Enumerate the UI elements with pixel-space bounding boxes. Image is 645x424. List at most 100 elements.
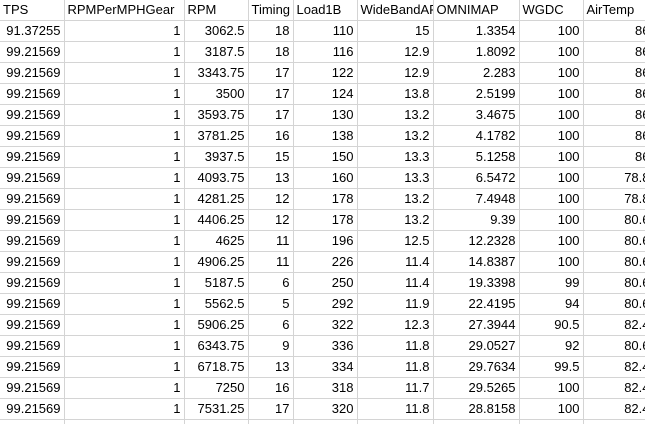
cell-rpm-per-mph-gear[interactable]: 1 [64, 251, 185, 273]
cell-air-temp[interactable]: 82.4 [583, 356, 645, 378]
cell-load1b[interactable]: 320 [293, 398, 358, 420]
cell-rpm[interactable]: 3187.5 [184, 41, 249, 63]
cell-omnimap[interactable]: 28.8158 [433, 398, 520, 420]
cell-rpm[interactable]: 7250 [184, 377, 249, 399]
cell-timing[interactable]: 13 [248, 356, 294, 378]
cell-load1b[interactable]: 226 [293, 251, 358, 273]
cell-load1b[interactable]: 178 [293, 209, 358, 231]
cell-omnimap[interactable]: 3.4675 [433, 104, 520, 126]
cell-timing[interactable]: 6 [248, 272, 294, 294]
cell-wgdc[interactable]: 99.5 [519, 356, 584, 378]
cell-omnimap[interactable]: 9.39 [433, 209, 520, 231]
cell-rpm-per-mph-gear[interactable]: 1 [64, 188, 185, 210]
cell-rpm-per-mph-gear[interactable]: 1 [64, 314, 185, 336]
cell-load1b[interactable]: 196 [293, 230, 358, 252]
cell-timing[interactable]: 16 [248, 377, 294, 399]
cell-wgdc[interactable]: 100 [519, 419, 584, 424]
cell-wgdc[interactable]: 100 [519, 62, 584, 84]
cell-rpm-per-mph-gear[interactable]: 1 [64, 419, 185, 424]
cell-wgdc[interactable]: 92 [519, 335, 584, 357]
cell-timing[interactable]: 18 [248, 419, 294, 424]
cell-rpm-per-mph-gear[interactable]: 1 [64, 167, 185, 189]
cell-tps[interactable]: 99.21569 [0, 377, 65, 399]
cell-load1b[interactable]: 308 [293, 419, 358, 424]
cell-rpm[interactable]: 6343.75 [184, 335, 249, 357]
cell-air-temp[interactable]: 82.4 [583, 377, 645, 399]
cell-tps[interactable]: 99.21569 [0, 83, 65, 105]
cell-wideband-af[interactable]: 11.7 [357, 377, 434, 399]
cell-tps[interactable]: 99.21569 [0, 41, 65, 63]
cell-timing[interactable]: 17 [248, 83, 294, 105]
cell-timing[interactable]: 6 [248, 314, 294, 336]
cell-rpm-per-mph-gear[interactable]: 1 [64, 146, 185, 168]
cell-air-temp[interactable]: 80.6 [583, 230, 645, 252]
cell-rpm[interactable]: 5187.5 [184, 272, 249, 294]
cell-tps[interactable]: 99.21569 [0, 419, 65, 424]
cell-wgdc[interactable]: 100 [519, 251, 584, 273]
cell-timing[interactable]: 18 [248, 41, 294, 63]
cell-load1b[interactable]: 138 [293, 125, 358, 147]
cell-omnimap[interactable]: 7.4948 [433, 188, 520, 210]
cell-wideband-af[interactable]: 11.8 [357, 335, 434, 357]
column-header-load1b[interactable]: Load1B [293, 0, 358, 21]
cell-rpm-per-mph-gear[interactable]: 1 [64, 125, 185, 147]
cell-wgdc[interactable]: 99 [519, 272, 584, 294]
cell-tps[interactable]: 99.21569 [0, 146, 65, 168]
cell-rpm[interactable]: 4406.25 [184, 209, 249, 231]
cell-wideband-af[interactable]: 11.9 [357, 293, 434, 315]
cell-rpm[interactable]: 3593.75 [184, 104, 249, 126]
cell-rpm-per-mph-gear[interactable]: 1 [64, 104, 185, 126]
cell-load1b[interactable]: 122 [293, 62, 358, 84]
cell-omnimap[interactable]: 29.7634 [433, 356, 520, 378]
cell-wideband-af[interactable]: 13.2 [357, 188, 434, 210]
cell-air-temp[interactable]: 82.4 [583, 398, 645, 420]
cell-wgdc[interactable]: 94 [519, 293, 584, 315]
column-header-omnimap[interactable]: OMNIMAP [433, 0, 520, 21]
cell-rpm[interactable]: 3500 [184, 83, 249, 105]
cell-air-temp[interactable]: 86 [583, 41, 645, 63]
cell-wideband-af[interactable]: 12.5 [357, 230, 434, 252]
cell-rpm-per-mph-gear[interactable]: 1 [64, 62, 185, 84]
column-header-air-temp[interactable]: AirTemp [583, 0, 645, 21]
cell-rpm-per-mph-gear[interactable]: 1 [64, 293, 185, 315]
cell-timing[interactable]: 12 [248, 209, 294, 231]
cell-timing[interactable]: 13 [248, 167, 294, 189]
cell-omnimap[interactable]: 28.8158 [433, 419, 520, 424]
cell-wgdc[interactable]: 100 [519, 104, 584, 126]
cell-load1b[interactable]: 150 [293, 146, 358, 168]
cell-timing[interactable]: 11 [248, 251, 294, 273]
cell-omnimap[interactable]: 27.3944 [433, 314, 520, 336]
column-header-timing[interactable]: Timing [248, 0, 294, 21]
cell-omnimap[interactable]: 29.0527 [433, 335, 520, 357]
cell-tps[interactable]: 99.21569 [0, 230, 65, 252]
cell-air-temp[interactable]: 86 [583, 146, 645, 168]
cell-omnimap[interactable]: 1.8092 [433, 41, 520, 63]
cell-wideband-af[interactable]: 13.3 [357, 146, 434, 168]
cell-tps[interactable]: 99.21569 [0, 188, 65, 210]
cell-rpm-per-mph-gear[interactable]: 1 [64, 356, 185, 378]
cell-wgdc[interactable]: 100 [519, 398, 584, 420]
cell-wideband-af[interactable]: 11.8 [357, 398, 434, 420]
cell-air-temp[interactable]: 86 [583, 104, 645, 126]
cell-wgdc[interactable]: 100 [519, 83, 584, 105]
cell-omnimap[interactable]: 12.2328 [433, 230, 520, 252]
cell-wgdc[interactable]: 100 [519, 167, 584, 189]
cell-load1b[interactable]: 178 [293, 188, 358, 210]
cell-air-temp[interactable]: 80.6 [583, 335, 645, 357]
cell-tps[interactable]: 99.21569 [0, 251, 65, 273]
cell-tps[interactable]: 99.21569 [0, 356, 65, 378]
cell-air-temp[interactable]: 82.4 [583, 314, 645, 336]
cell-load1b[interactable]: 334 [293, 356, 358, 378]
cell-wgdc[interactable]: 100 [519, 146, 584, 168]
cell-load1b[interactable]: 250 [293, 272, 358, 294]
cell-timing[interactable]: 18 [248, 20, 294, 42]
cell-rpm-per-mph-gear[interactable]: 1 [64, 209, 185, 231]
cell-timing[interactable]: 15 [248, 146, 294, 168]
cell-rpm-per-mph-gear[interactable]: 1 [64, 230, 185, 252]
cell-air-temp[interactable]: 86 [583, 20, 645, 42]
cell-wideband-af[interactable]: 11.8 [357, 356, 434, 378]
cell-wgdc[interactable]: 100 [519, 209, 584, 231]
cell-rpm[interactable]: 3781.25 [184, 125, 249, 147]
cell-air-temp[interactable]: 80.6 [583, 209, 645, 231]
cell-rpm[interactable]: 3343.75 [184, 62, 249, 84]
